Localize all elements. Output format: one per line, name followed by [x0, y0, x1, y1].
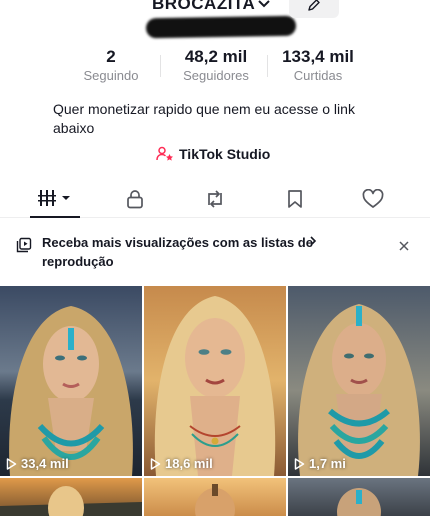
following-stat[interactable]: 2 Seguindo [72, 47, 150, 85]
thumbnail-image [144, 286, 286, 476]
thumbnail-image [288, 286, 430, 476]
tab-videos[interactable] [30, 180, 80, 218]
video-thumbnail[interactable] [0, 478, 142, 516]
user-star-icon [156, 146, 173, 161]
chevron-down-icon [258, 0, 271, 8]
followers-stat[interactable]: 48,2 mil Seguidores [170, 47, 262, 85]
pencil-icon [308, 0, 320, 11]
likes-count: 133,4 mil [282, 47, 354, 66]
bio-line: abaixo [53, 120, 95, 136]
thumbnail-image [0, 286, 142, 476]
lock-icon [127, 190, 143, 209]
following-count: 2 [106, 47, 116, 66]
edit-profile-button[interactable] [289, 0, 339, 18]
followers-label: Seguidores [183, 68, 249, 83]
profile-header: BROCAZITA [0, 0, 430, 39]
banner-text: Receba mais visualizações com as listas … [42, 235, 313, 269]
username-switcher[interactable]: BROCAZITA [152, 0, 271, 14]
view-count-text: 33,4 mil [21, 456, 69, 471]
profile-bio: Quer monetizar rapido que nem eu acesse … [30, 100, 400, 138]
repost-icon [208, 190, 222, 208]
view-count-text: 18,6 mil [165, 456, 213, 471]
thumbnail-image [288, 478, 430, 516]
following-label: Seguindo [83, 68, 139, 83]
video-thumbnail[interactable]: 1,7 mi [288, 286, 430, 476]
playlist-promo-banner[interactable]: Receba mais visualizações com as listas … [0, 232, 430, 276]
heart-icon [362, 189, 384, 208]
profile-stats: 2 Seguindo 48,2 mil Seguidores 133,4 mil… [0, 47, 430, 87]
likes-label: Curtidas [293, 68, 343, 83]
username: BROCAZITA [152, 0, 256, 13]
tab-reposts[interactable] [200, 180, 230, 218]
play-icon [6, 457, 17, 470]
video-thumbnail[interactable] [288, 478, 430, 516]
studio-label: TikTok Studio [179, 146, 271, 162]
profile-tabs [0, 180, 430, 218]
view-count: 1,7 mi [294, 456, 346, 471]
play-icon [294, 457, 305, 470]
videos-grid-icon [38, 190, 70, 206]
tab-private[interactable] [120, 180, 150, 218]
view-count-text: 1,7 mi [309, 456, 346, 471]
thumbnail-image [0, 478, 142, 516]
bio-line: Quer monetizar rapido que nem eu acesse … [53, 101, 355, 117]
chevron-right-icon [310, 236, 317, 246]
tab-favorites[interactable] [280, 180, 310, 218]
video-grid: 33,4 mil 18,6 mil 1,7 mi [0, 286, 430, 516]
playlist-icon [16, 237, 32, 253]
bookmark-icon [288, 190, 302, 208]
close-icon[interactable] [398, 240, 410, 252]
followers-count: 48,2 mil [184, 47, 248, 66]
redacted-name [145, 15, 297, 39]
tiktok-studio-link[interactable]: TikTok Studio [156, 146, 270, 162]
video-thumbnail[interactable] [144, 478, 286, 516]
video-thumbnail[interactable]: 33,4 mil [0, 286, 142, 476]
view-count: 18,6 mil [150, 456, 213, 471]
stat-divider [160, 55, 161, 77]
play-icon [150, 457, 161, 470]
view-count: 33,4 mil [6, 456, 69, 471]
stat-divider [267, 55, 268, 77]
likes-stat[interactable]: 133,4 mil Curtidas [270, 47, 366, 85]
thumbnail-image [144, 478, 286, 516]
tab-liked[interactable] [358, 180, 388, 218]
video-thumbnail[interactable]: 18,6 mil [144, 286, 286, 476]
